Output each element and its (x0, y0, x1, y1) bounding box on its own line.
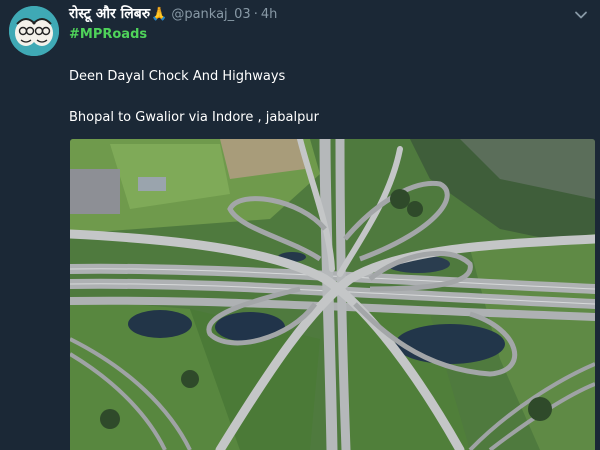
tweet-text-line: Bhopal to Gwalior via Indore , jabalpur (69, 110, 319, 125)
hashtag-link[interactable]: #MPRoads (69, 27, 147, 42)
tweet-photo[interactable] (70, 139, 595, 450)
chevron-down-icon[interactable] (574, 8, 588, 22)
cartoon-faces-icon (9, 6, 59, 56)
author-handle[interactable]: @pankaj_03 (171, 7, 250, 22)
author-name[interactable]: रोस्टू और लिबरु (69, 4, 150, 23)
separator-dot: · (253, 7, 258, 22)
avatar[interactable] (9, 6, 59, 56)
timestamp[interactable]: 4h (261, 7, 278, 22)
tweet-text-line: Deen Dayal Chock And Highways (69, 69, 286, 84)
folded-hands-emoji-icon: 🙏 (151, 7, 168, 22)
highway-interchange-image (70, 139, 595, 450)
tweet-card: रोस्टू और लिबरु 🙏 @pankaj_03 · 4h #MPRoa… (0, 0, 600, 450)
tweet-header: रोस्टू और लिबरु 🙏 @pankaj_03 · 4h (69, 4, 590, 24)
